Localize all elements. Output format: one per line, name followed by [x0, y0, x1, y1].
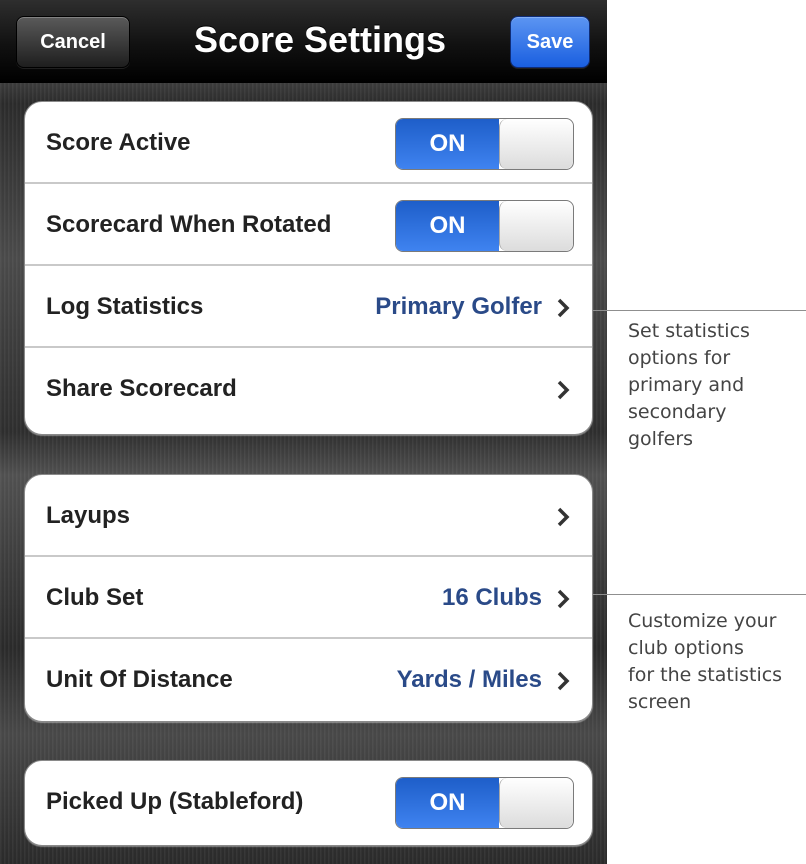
callout-line: golfers: [628, 428, 694, 450]
row-club-set[interactable]: Club Set 16 Clubs: [25, 557, 592, 639]
chevron-right-icon: [556, 639, 570, 721]
cancel-button[interactable]: Cancel: [16, 16, 130, 68]
score-active-toggle[interactable]: ON: [395, 118, 574, 170]
row-label: Scorecard When Rotated: [46, 211, 332, 238]
callout-line-clubs: [593, 594, 806, 595]
toggle-knob[interactable]: [499, 119, 573, 169]
settings-group-clubs: Layups Club Set 16 Clubs Unit Of Distanc…: [24, 474, 593, 722]
row-layups[interactable]: Layups: [25, 475, 592, 557]
callout-line: primary and: [628, 374, 745, 396]
chevron-right-icon: [556, 475, 570, 557]
callout-line: club options: [628, 637, 744, 659]
settings-group-stableford: Picked Up (Stableford) ON: [24, 760, 593, 846]
page-title: Score Settings: [193, 19, 447, 60]
scorecard-rotated-toggle[interactable]: ON: [395, 200, 574, 252]
unit-of-distance-value: Yards / Miles: [396, 666, 542, 693]
row-label: Layups: [46, 502, 131, 529]
settings-group-score: Score Active ON Scorecard When Rotated O…: [24, 101, 593, 435]
callout-line: Set statistics: [628, 320, 750, 342]
toggle-on-label: ON: [396, 778, 499, 828]
row-score-active: Score Active ON: [25, 102, 592, 184]
toggle-knob[interactable]: [499, 201, 573, 251]
callout-line: secondary: [628, 401, 727, 423]
row-label: Log Statistics: [46, 293, 204, 320]
row-label: Share Scorecard: [46, 375, 237, 402]
row-share-scorecard[interactable]: Share Scorecard: [25, 348, 592, 430]
row-scorecard-when-rotated: Scorecard When Rotated ON: [25, 184, 592, 266]
callout-line: Customize your: [628, 610, 777, 632]
row-log-statistics[interactable]: Log Statistics Primary Golfer: [25, 266, 592, 348]
row-label: Unit Of Distance: [46, 666, 233, 693]
toggle-knob[interactable]: [499, 778, 573, 828]
toggle-on-label: ON: [396, 119, 499, 169]
toggle-on-label: ON: [396, 201, 499, 251]
row-label: Club Set: [46, 584, 144, 611]
phone-screen: Cancel Score Settings Save Score Active …: [0, 0, 607, 864]
callout-line: options for: [628, 347, 731, 369]
row-label: Score Active: [46, 129, 191, 156]
row-label: Picked Up (Stableford): [46, 788, 304, 815]
navigation-bar: Cancel Score Settings Save: [0, 0, 607, 83]
chevron-right-icon: [556, 266, 570, 348]
callout-line: for the statistics: [628, 664, 783, 686]
callout-clubs: Customize your club options for the stat…: [628, 608, 782, 716]
row-unit-of-distance[interactable]: Unit Of Distance Yards / Miles: [25, 639, 592, 721]
club-set-value: 16 Clubs: [441, 584, 542, 611]
callout-line: screen: [628, 691, 692, 713]
callout-line-statistics: [593, 310, 806, 311]
chevron-right-icon: [556, 348, 570, 430]
row-picked-up: Picked Up (Stableford) ON: [25, 761, 592, 843]
chevron-right-icon: [556, 557, 570, 639]
log-statistics-value: Primary Golfer: [375, 293, 542, 320]
callout-statistics: Set statistics options for primary and s…: [628, 318, 750, 453]
picked-up-toggle[interactable]: ON: [395, 777, 574, 829]
save-button[interactable]: Save: [510, 16, 590, 68]
